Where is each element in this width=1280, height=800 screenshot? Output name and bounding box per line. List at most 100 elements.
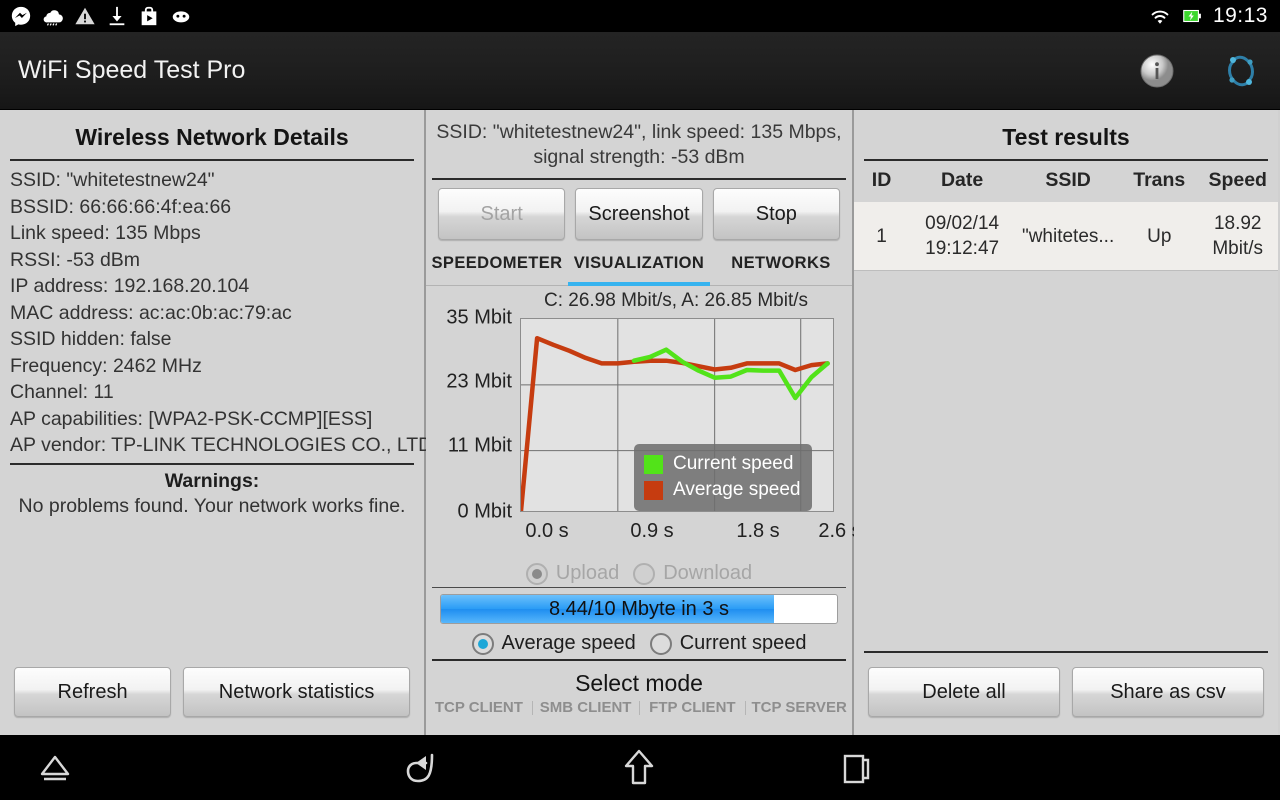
view-tabs: SPEEDOMETER VISUALIZATION NETWORKS <box>426 254 852 286</box>
radio-dot-upload <box>525 562 548 585</box>
y-tick-11: 11 Mbit <box>447 434 512 457</box>
chart-title: C: 26.98 Mbit/s, A: 26.85 Mbit/s <box>543 290 808 311</box>
warnings-text: No problems found. Your network works fi… <box>18 494 406 517</box>
expand-button[interactable] <box>28 748 82 788</box>
action-bar-buttons <box>1136 50 1262 92</box>
weather-cloud-icon <box>43 10 63 26</box>
chart-x-axis-labels: 0.0 s 0.9 s 1.8 s 2.6 s <box>520 520 861 548</box>
download-icon <box>109 6 125 26</box>
radio-upload[interactable]: Upload <box>525 562 620 585</box>
radio-dot-current-speed <box>649 632 672 655</box>
network-tools-button[interactable] <box>1220 50 1262 92</box>
transfer-progress-bar: 8.44/10 Mbyte in 3 s <box>440 594 838 624</box>
speed-test-panel: SSID: "whitetestnew24", link speed: 135 … <box>426 110 862 735</box>
network-statistics-button[interactable]: Network statistics <box>183 667 410 717</box>
warnings-heading: Warnings: <box>164 469 260 492</box>
back-icon <box>406 753 434 782</box>
detail-channel: Channel: 11 <box>10 381 114 403</box>
panel-title-test-results: Test results <box>1002 124 1130 150</box>
y-tick-0: 0 Mbit <box>457 500 512 523</box>
system-navigation-bar <box>0 735 1280 800</box>
detail-link-speed: Link speed: 135 Mbps <box>10 222 201 244</box>
cell-id: 1 <box>876 225 887 247</box>
direction-radio-group: Upload Download <box>426 554 852 587</box>
radio-label-average-speed: Average speed <box>501 632 636 654</box>
recent-apps-icon <box>843 754 870 783</box>
info-icon <box>1140 54 1174 87</box>
legend-label-average-speed: Average speed <box>673 479 801 500</box>
detail-bssid: BSSID: 66:66:66:4f:ea:66 <box>10 195 232 218</box>
messenger-icon <box>11 6 31 27</box>
table-row[interactable]: 1 09/02/14 19:12:47 "whitetes... Up 18.9… <box>854 202 1278 271</box>
legend-item-current-speed: Current speed <box>644 451 800 477</box>
column-header-trans: Trans <box>1133 169 1186 191</box>
wifi-icon <box>1151 10 1169 24</box>
column-header-ssid: SSID <box>1045 169 1091 191</box>
legend-label-current-speed: Current speed <box>673 453 794 474</box>
battery-charging-icon <box>1183 9 1201 23</box>
home-button[interactable] <box>612 745 666 791</box>
left-panel-buttons: Refresh Network statistics <box>0 667 424 717</box>
radio-average-speed[interactable]: Average speed <box>471 632 636 655</box>
mode-tabs: TCP CLIENT SMB CLIENT FTP CLIENT TCP SER… <box>426 700 852 715</box>
column-header-date: Date <box>940 169 984 191</box>
app-title: WiFi Speed Test Pro <box>18 56 246 84</box>
cell-speed: 18.92 Mbit/s <box>1212 213 1264 259</box>
status-bar-notification-icons <box>0 5 192 27</box>
back-button[interactable] <box>394 745 452 791</box>
start-button[interactable]: Start <box>438 188 566 240</box>
detail-ap-capabilities: AP capabilities: [WPA2-PSK-CCMP][ESS] <box>10 407 373 430</box>
play-store-icon <box>141 6 157 26</box>
radio-label-download: Download <box>663 562 753 584</box>
legend-swatch-average-speed <box>644 480 663 500</box>
mode-tab-smb-client[interactable]: SMB CLIENT <box>533 700 640 715</box>
test-results-panel: Test results ID Date SSID Trans Speed 1 … <box>854 110 1278 735</box>
recent-apps-button[interactable] <box>828 745 882 791</box>
share-as-csv-button[interactable]: Share as csv <box>1072 667 1264 717</box>
network-link-icon <box>1228 55 1254 86</box>
column-header-id: ID <box>871 169 892 191</box>
refresh-button[interactable]: Refresh <box>14 667 172 717</box>
connection-summary: SSID: "whitetestnew24", link speed: 135 … <box>436 121 842 168</box>
legend-swatch-current-speed <box>644 454 663 474</box>
mode-tab-tcp-client[interactable]: TCP CLIENT <box>426 700 533 715</box>
tab-networks[interactable]: NETWORKS <box>710 254 852 286</box>
stop-button[interactable]: Stop <box>712 188 840 240</box>
speed-chart: C: 26.98 Mbit/s, A: 26.85 Mbit/s 35 Mbit… <box>426 290 861 554</box>
tab-speedometer[interactable]: SPEEDOMETER <box>426 254 568 286</box>
divider <box>864 651 1268 653</box>
panel-title-wireless-details: Wireless Network Details <box>75 124 349 150</box>
screenshot-button[interactable]: Screenshot <box>575 188 703 240</box>
detail-ssid: SSID: "whitetestnew24" <box>10 169 215 191</box>
wireless-details-list: SSID: "whitetestnew24" BSSID: 66:66:66:4… <box>0 161 438 459</box>
detail-frequency: Frequency: 2462 MHz <box>10 354 202 377</box>
progress-label: 8.44/10 Mbyte in 3 s <box>548 597 730 620</box>
detail-mac-address: MAC address: ac:ac:0b:ac:79:ac <box>10 301 292 324</box>
legend-item-average-speed: Average speed <box>644 477 800 503</box>
radio-dot-average-speed <box>471 632 494 655</box>
radio-current-speed[interactable]: Current speed <box>649 632 806 655</box>
y-tick-35: 35 Mbit <box>446 306 512 329</box>
divider <box>432 587 846 588</box>
status-bar-clock: 19:13 <box>1212 4 1268 27</box>
cell-ssid: "whitetes... <box>1021 225 1115 247</box>
table-header-row: ID Date SSID Trans Speed <box>854 161 1278 202</box>
info-button[interactable] <box>1136 50 1178 92</box>
wireless-details-panel: Wireless Network Details SSID: "whitetes… <box>0 110 438 735</box>
radio-label-upload: Upload <box>555 562 620 584</box>
delete-all-button[interactable]: Delete all <box>868 667 1060 717</box>
home-up-arrow-icon <box>624 749 654 784</box>
status-bar: 19:13 <box>0 0 1280 32</box>
mode-tab-tcp-server[interactable]: TCP SERVER <box>746 700 852 715</box>
mode-tab-ftp-client[interactable]: FTP CLIENT <box>640 700 747 715</box>
detail-ap-vendor: AP vendor: TP-LINK TECHNOLOGIES CO., LTD… <box>10 434 438 456</box>
test-control-buttons: Start Screenshot Stop <box>426 180 852 240</box>
radio-download[interactable]: Download <box>633 562 752 585</box>
x-tick-0: 0.0 s <box>525 520 569 542</box>
tab-visualization[interactable]: VISUALIZATION <box>568 254 710 286</box>
speed-mode-radio-group: Average speed Current speed <box>426 624 852 657</box>
cell-trans: Up <box>1147 225 1172 247</box>
radio-dot-download <box>633 562 656 585</box>
app-screen: 19:13 WiFi Speed Test Pro Wireless Netwo… <box>0 0 1280 800</box>
warning-triangle-icon <box>75 7 95 25</box>
